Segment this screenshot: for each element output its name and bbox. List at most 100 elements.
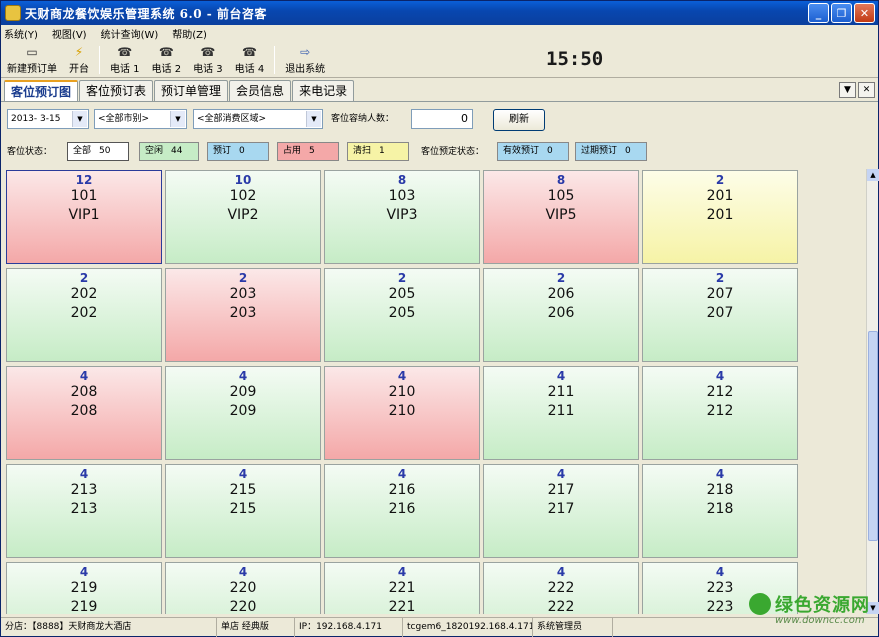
status-occupied-button[interactable]: 占用 5 — [277, 142, 339, 161]
status-reserved-button[interactable]: 预订 0 — [207, 142, 269, 161]
room-name: 207 — [706, 305, 734, 321]
room-name: 217 — [547, 501, 575, 517]
minimize-button[interactable]: _ — [808, 3, 829, 23]
tab-member-info[interactable]: 会员信息 — [229, 80, 292, 101]
room-name: 218 — [706, 501, 734, 517]
menu-system[interactable]: 系统(Y) — [4, 26, 38, 41]
market-select[interactable]: <全部市别> ▼ — [94, 109, 187, 129]
room-card[interactable]: 2 207 207 — [642, 268, 798, 362]
room-card[interactable]: 4 211 211 — [483, 366, 639, 460]
room-card[interactable]: 4 210 210 — [324, 366, 480, 460]
room-card[interactable]: 4 218 218 — [642, 464, 798, 558]
exit-button[interactable]: ⇨ 退出系统 — [279, 44, 331, 76]
room-number: 222 — [547, 580, 575, 596]
filter-bar: 2013- 3-15 ▼ <全部市别> ▼ <全部消费区域> ▼ 客位容纳人数：… — [1, 106, 878, 132]
room-capacity: 4 — [715, 565, 725, 579]
room-card[interactable]: 4 223 223 — [642, 562, 798, 614]
tab-menu-button[interactable]: ▼ — [839, 82, 856, 98]
room-capacity: 8 — [556, 173, 566, 187]
room-card[interactable]: 12 101 VIP1 — [6, 170, 162, 264]
room-card[interactable]: 4 220 220 — [165, 562, 321, 614]
room-number: 203 — [229, 286, 257, 302]
open-table-button[interactable]: ⚡ 开台 — [63, 44, 95, 76]
scroll-down-icon[interactable]: ▼ — [867, 602, 879, 614]
area-value: <全部消费区域> — [197, 114, 267, 124]
room-card[interactable]: 8 105 VIP5 — [483, 170, 639, 264]
room-card[interactable]: 4 222 222 — [483, 562, 639, 614]
market-value: <全部市别> — [98, 114, 150, 124]
phone3-button[interactable]: ☎ 电话 3 — [187, 44, 229, 76]
room-card[interactable]: 2 205 205 — [324, 268, 480, 362]
room-card[interactable]: 2 206 206 — [483, 268, 639, 362]
room-card[interactable]: 4 213 213 — [6, 464, 162, 558]
room-card[interactable]: 2 203 203 — [165, 268, 321, 362]
room-capacity: 4 — [238, 369, 248, 383]
room-card[interactable]: 2 202 202 — [6, 268, 162, 362]
phone1-button[interactable]: ☎ 电话 1 — [104, 44, 146, 76]
phone2-button[interactable]: ☎ 电话 2 — [146, 44, 188, 76]
new-order-button[interactable]: ▭ 新建预订单 — [1, 44, 63, 76]
room-card[interactable]: 4 219 219 — [6, 562, 162, 614]
capacity-input[interactable]: 0 — [411, 109, 473, 129]
date-value: 2013- 3-15 — [11, 114, 61, 124]
room-number: 223 — [706, 580, 734, 596]
expired-booking-button[interactable]: 过期预订 0 — [575, 142, 647, 161]
status-reserved-count: 0 — [239, 146, 245, 156]
room-capacity: 2 — [397, 271, 407, 285]
tab-seat-map[interactable]: 客位预订图 — [4, 80, 79, 102]
window-title: 天财商龙餐饮娱乐管理系统 6.0 - 前台咨客 — [25, 6, 267, 21]
room-card[interactable]: 4 212 212 — [642, 366, 798, 460]
menu-stats[interactable]: 统计查询(W) — [101, 26, 159, 41]
room-card[interactable]: 8 103 VIP3 — [324, 170, 480, 264]
room-name: 222 — [547, 599, 575, 614]
toolbar: ▭ 新建预订单 ⚡ 开台 ☎ 电话 1 ☎ 电话 2 ☎ 电话 3 ☎ 电话 4… — [1, 42, 878, 78]
valid-booking-button[interactable]: 有效预订 0 — [497, 142, 569, 161]
room-card[interactable]: 4 216 216 — [324, 464, 480, 558]
status-all-button[interactable]: 全部 50 — [67, 142, 129, 161]
room-card[interactable]: 2 201 201 — [642, 170, 798, 264]
room-card[interactable]: 4 221 221 — [324, 562, 480, 614]
refresh-button[interactable]: 刷新 — [493, 109, 545, 131]
phone1-label: 电话 1 — [110, 64, 140, 75]
status-cleaning-button[interactable]: 清扫 1 — [347, 142, 409, 161]
room-capacity: 4 — [238, 467, 248, 481]
status-occupied-label: 占用 — [283, 146, 302, 156]
tab-seat-table[interactable]: 客位预订表 — [79, 80, 154, 101]
room-card[interactable]: 10 102 VIP2 — [165, 170, 321, 264]
area-select[interactable]: <全部消费区域> ▼ — [193, 109, 323, 129]
room-card[interactable]: 4 208 208 — [6, 366, 162, 460]
date-picker[interactable]: 2013- 3-15 ▼ — [7, 109, 89, 129]
chevron-down-icon[interactable]: ▼ — [72, 111, 87, 127]
chevron-down-icon[interactable]: ▼ — [306, 111, 321, 127]
statusbar-ip: IP：192.168.4.171 — [295, 618, 403, 637]
status-bar: 分店：【8888】天财商龙大酒店 单店 经典版 IP：192.168.4.171… — [1, 617, 878, 637]
menu-help[interactable]: 帮助(Z) — [172, 26, 207, 41]
tab-close-button[interactable]: ✕ — [858, 82, 875, 98]
scroll-thumb[interactable] — [868, 331, 878, 541]
room-name: 212 — [706, 403, 734, 419]
menu-view[interactable]: 视图(V) — [52, 26, 87, 41]
app-icon — [5, 5, 21, 21]
room-capacity: 4 — [79, 565, 89, 579]
room-card[interactable]: 4 215 215 — [165, 464, 321, 558]
room-number: 105 — [547, 188, 575, 204]
statusbar-mode: 单店 经典版 — [217, 618, 295, 637]
vertical-scrollbar[interactable]: ▲ ▼ — [866, 169, 879, 614]
close-button[interactable]: ✕ — [854, 3, 875, 23]
room-capacity: 4 — [715, 369, 725, 383]
status-all-label: 全部 — [73, 146, 92, 156]
maximize-button[interactable]: ❐ — [831, 3, 852, 23]
scroll-up-icon[interactable]: ▲ — [867, 169, 879, 181]
room-grid: 12 101 VIP1 10 102 VIP2 8 103 VIP3 8 105 VIP5 2 201 20… — [6, 170, 866, 614]
room-number: 216 — [388, 482, 416, 498]
phone4-button[interactable]: ☎ 电话 4 — [229, 44, 271, 76]
title-bar[interactable]: 天财商龙餐饮娱乐管理系统 6.0 - 前台咨客 _ ❐ ✕ — [1, 1, 878, 25]
room-card[interactable]: 4 217 217 — [483, 464, 639, 558]
tab-order-management[interactable]: 预订单管理 — [154, 80, 229, 101]
room-capacity: 4 — [556, 467, 566, 481]
chevron-down-icon[interactable]: ▼ — [170, 111, 185, 127]
status-free-button[interactable]: 空闲 44 — [139, 142, 199, 161]
tab-call-log[interactable]: 来电记录 — [292, 80, 355, 101]
room-card[interactable]: 4 209 209 — [165, 366, 321, 460]
status-label: 客位状态： — [7, 147, 53, 157]
